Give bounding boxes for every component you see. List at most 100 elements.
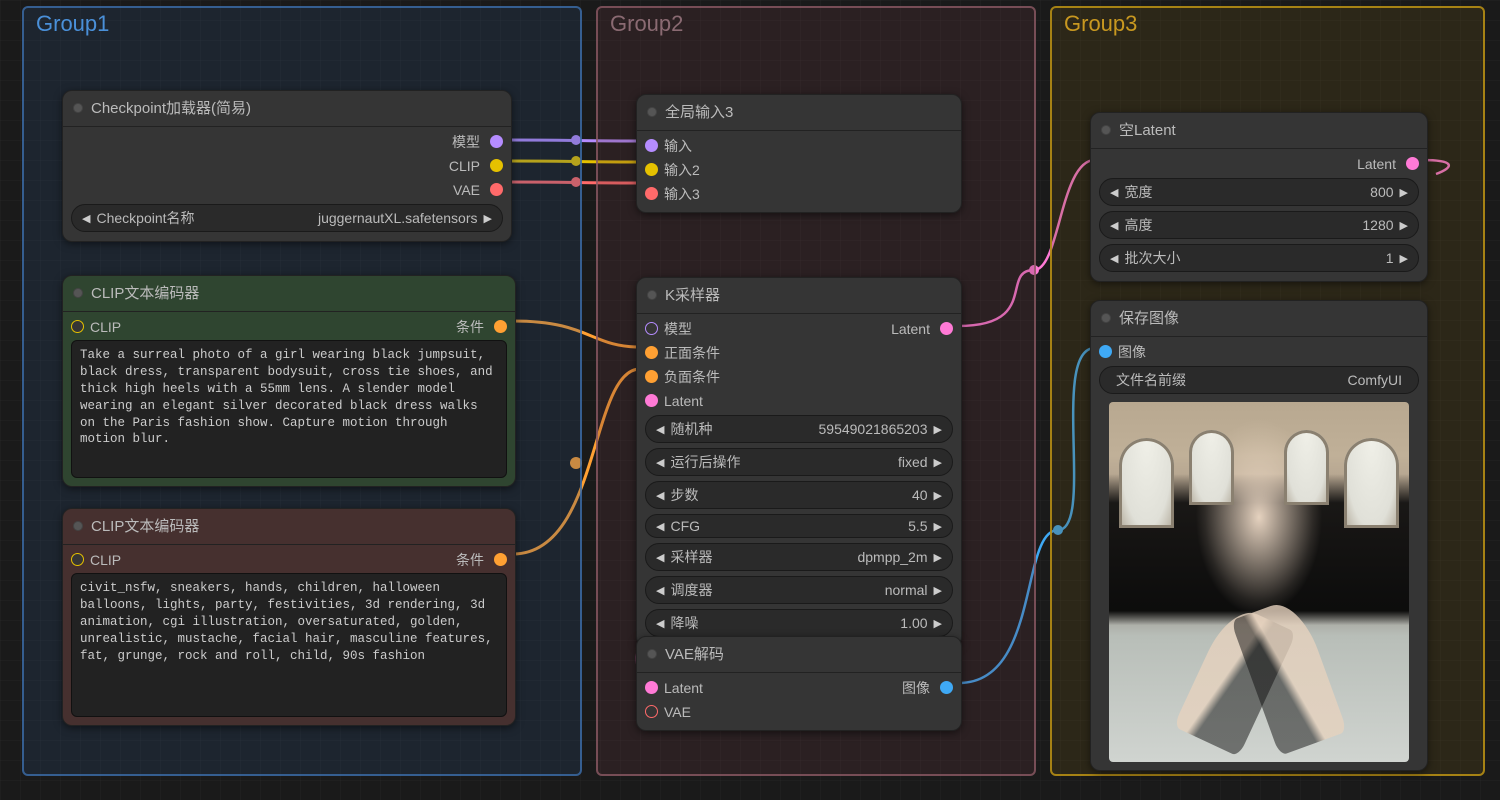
node-title[interactable]: CLIP文本编码器: [63, 509, 515, 545]
collapse-dot-icon[interactable]: [647, 107, 657, 117]
widget-batch[interactable]: ◀批次大小1▶: [1099, 244, 1419, 272]
collapse-dot-icon[interactable]: [73, 103, 83, 113]
output-latent[interactable]: Latent: [1099, 153, 1419, 174]
node-title[interactable]: VAE解码: [637, 637, 961, 673]
widget-height[interactable]: ◀高度1280▶: [1099, 211, 1419, 239]
port-icon[interactable]: [645, 139, 658, 152]
input-3[interactable]: 输入3: [645, 183, 953, 204]
port-icon[interactable]: [645, 187, 658, 200]
chevron-left-icon[interactable]: ◀: [654, 423, 666, 436]
node-ksampler[interactable]: K采样器 模型 Latent 正面条件 负面条件 Latent ◀随机种5954…: [636, 277, 962, 647]
chevron-right-icon[interactable]: ▶: [932, 520, 944, 533]
widget-width[interactable]: ◀宽度800▶: [1099, 178, 1419, 206]
chevron-left-icon[interactable]: ◀: [654, 584, 666, 597]
port-icon[interactable]: [940, 681, 953, 694]
node-canvas[interactable]: Group1 Group2 Group3 Checkpoint加载器(简易) 模…: [0, 0, 1500, 800]
prompt-textarea[interactable]: Take a surreal photo of a girl wearing b…: [71, 340, 507, 478]
chevron-right-icon[interactable]: ▶: [1398, 186, 1410, 199]
widget-sampler[interactable]: ◀采样器dpmpp_2m▶: [645, 543, 953, 571]
chevron-left-icon[interactable]: ◀: [654, 551, 666, 564]
widget-scheduler[interactable]: ◀调度器normal▶: [645, 576, 953, 604]
port-icon[interactable]: [490, 135, 503, 148]
input-clip[interactable]: CLIP: [71, 319, 121, 335]
chevron-right-icon[interactable]: ▶: [932, 551, 944, 564]
chevron-right-icon[interactable]: ▶: [932, 423, 944, 436]
port-icon[interactable]: [645, 322, 658, 335]
input-1[interactable]: 输入: [645, 135, 953, 156]
output-model[interactable]: 模型: [71, 131, 503, 152]
node-save-image[interactable]: 保存图像 图像 文件名前缀 ComfyUI: [1090, 300, 1428, 771]
node-title[interactable]: 空Latent: [1091, 113, 1427, 149]
input-image[interactable]: 图像: [1099, 341, 1419, 362]
node-title[interactable]: K采样器: [637, 278, 961, 314]
input-negative[interactable]: 负面条件: [645, 366, 953, 387]
chevron-left-icon[interactable]: ◀: [654, 456, 666, 469]
port-icon[interactable]: [645, 370, 658, 383]
port-icon[interactable]: [645, 705, 658, 718]
node-title[interactable]: 全局输入3: [637, 95, 961, 131]
node-title[interactable]: Checkpoint加载器(简易): [63, 91, 511, 127]
chevron-left-icon[interactable]: ◀: [654, 489, 666, 502]
output-image-preview[interactable]: [1109, 402, 1409, 762]
port-icon[interactable]: [71, 553, 84, 566]
input-positive[interactable]: 正面条件: [645, 342, 953, 363]
input-latent[interactable]: Latent: [645, 680, 703, 696]
output-conditioning[interactable]: 条件: [456, 317, 507, 337]
chevron-left-icon[interactable]: ◀: [1108, 186, 1120, 199]
chevron-right-icon[interactable]: ▶: [482, 212, 494, 225]
port-icon[interactable]: [1099, 345, 1112, 358]
widget-seed[interactable]: ◀随机种59549021865203▶: [645, 415, 953, 443]
port-icon[interactable]: [645, 346, 658, 359]
output-clip[interactable]: CLIP: [71, 155, 503, 176]
output-conditioning[interactable]: 条件: [456, 550, 507, 570]
chevron-right-icon[interactable]: ▶: [932, 617, 944, 630]
chevron-left-icon[interactable]: ◀: [1108, 219, 1120, 232]
output-vae[interactable]: VAE: [71, 179, 503, 200]
widget-cfg[interactable]: ◀CFG5.5▶: [645, 514, 953, 538]
collapse-dot-icon[interactable]: [73, 521, 83, 531]
port-icon[interactable]: [71, 320, 84, 333]
input-2[interactable]: 输入2: [645, 159, 953, 180]
node-clip-encode-negative[interactable]: CLIP文本编码器 CLIP 条件 civit_nsfw, sneakers, …: [62, 508, 516, 726]
port-icon[interactable]: [494, 553, 507, 566]
node-empty-latent[interactable]: 空Latent Latent ◀宽度800▶ ◀高度1280▶ ◀批次大小1▶: [1090, 112, 1428, 282]
port-icon[interactable]: [1406, 157, 1419, 170]
node-vae-decode[interactable]: VAE解码 Latent 图像 VAE: [636, 636, 962, 731]
input-model[interactable]: 模型: [645, 319, 692, 339]
port-icon[interactable]: [645, 681, 658, 694]
widget-file-prefix[interactable]: 文件名前缀 ComfyUI: [1099, 366, 1419, 394]
chevron-left-icon[interactable]: ◀: [654, 617, 666, 630]
input-latent[interactable]: Latent: [645, 390, 953, 411]
collapse-dot-icon[interactable]: [1101, 313, 1111, 323]
node-global-input[interactable]: 全局输入3 输入 输入2 输入3: [636, 94, 962, 213]
chevron-right-icon[interactable]: ▶: [1398, 252, 1410, 265]
input-vae[interactable]: VAE: [645, 701, 953, 722]
collapse-dot-icon[interactable]: [1101, 125, 1111, 135]
input-clip[interactable]: CLIP: [71, 552, 121, 568]
port-icon[interactable]: [490, 159, 503, 172]
node-checkpoint-loader[interactable]: Checkpoint加载器(简易) 模型 CLIP VAE ◀ Checkpoi…: [62, 90, 512, 242]
widget-denoise[interactable]: ◀降噪1.00▶: [645, 609, 953, 637]
chevron-right-icon[interactable]: ▶: [932, 456, 944, 469]
port-icon[interactable]: [490, 183, 503, 196]
collapse-dot-icon[interactable]: [73, 288, 83, 298]
node-title[interactable]: CLIP文本编码器: [63, 276, 515, 312]
output-latent[interactable]: Latent: [891, 321, 953, 337]
chevron-right-icon[interactable]: ▶: [932, 584, 944, 597]
chevron-right-icon[interactable]: ▶: [932, 489, 944, 502]
widget-checkpoint-name[interactable]: ◀ Checkpoint名称 juggernautXL.safetensors …: [71, 204, 503, 232]
node-clip-encode-positive[interactable]: CLIP文本编码器 CLIP 条件 Take a surreal photo o…: [62, 275, 516, 487]
port-icon[interactable]: [940, 322, 953, 335]
port-icon[interactable]: [494, 320, 507, 333]
node-title[interactable]: 保存图像: [1091, 301, 1427, 337]
output-image[interactable]: 图像: [902, 678, 953, 698]
port-icon[interactable]: [645, 394, 658, 407]
collapse-dot-icon[interactable]: [647, 290, 657, 300]
port-icon[interactable]: [645, 163, 658, 176]
chevron-right-icon[interactable]: ▶: [1398, 219, 1410, 232]
chevron-left-icon[interactable]: ◀: [654, 520, 666, 533]
prompt-textarea[interactable]: civit_nsfw, sneakers, hands, children, h…: [71, 573, 507, 717]
collapse-dot-icon[interactable]: [647, 649, 657, 659]
chevron-left-icon[interactable]: ◀: [1108, 252, 1120, 265]
widget-after[interactable]: ◀运行后操作fixed▶: [645, 448, 953, 476]
